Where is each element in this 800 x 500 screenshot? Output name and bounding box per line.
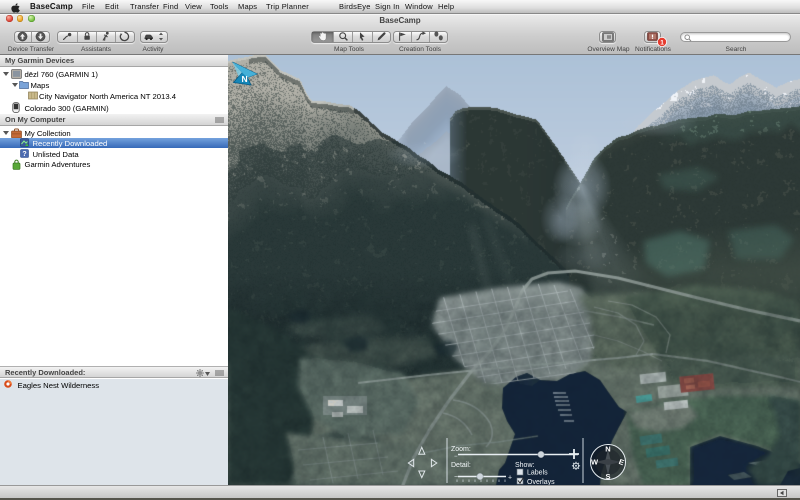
svg-text:?: ? <box>22 151 26 158</box>
svg-text:Labels: Labels <box>527 470 548 477</box>
svg-text:N: N <box>605 445 610 454</box>
svg-text:Zoom:: Zoom: <box>451 446 471 453</box>
svg-text:Show:: Show: <box>515 462 535 469</box>
svg-text:+: + <box>508 475 512 482</box>
svg-text:Detail:: Detail: <box>451 462 471 469</box>
svg-text:−: − <box>454 474 458 481</box>
svg-text:S: S <box>605 472 610 481</box>
svg-text:−: − <box>454 454 458 460</box>
svg-text:W: W <box>591 458 599 467</box>
svg-text:N: N <box>242 74 248 84</box>
